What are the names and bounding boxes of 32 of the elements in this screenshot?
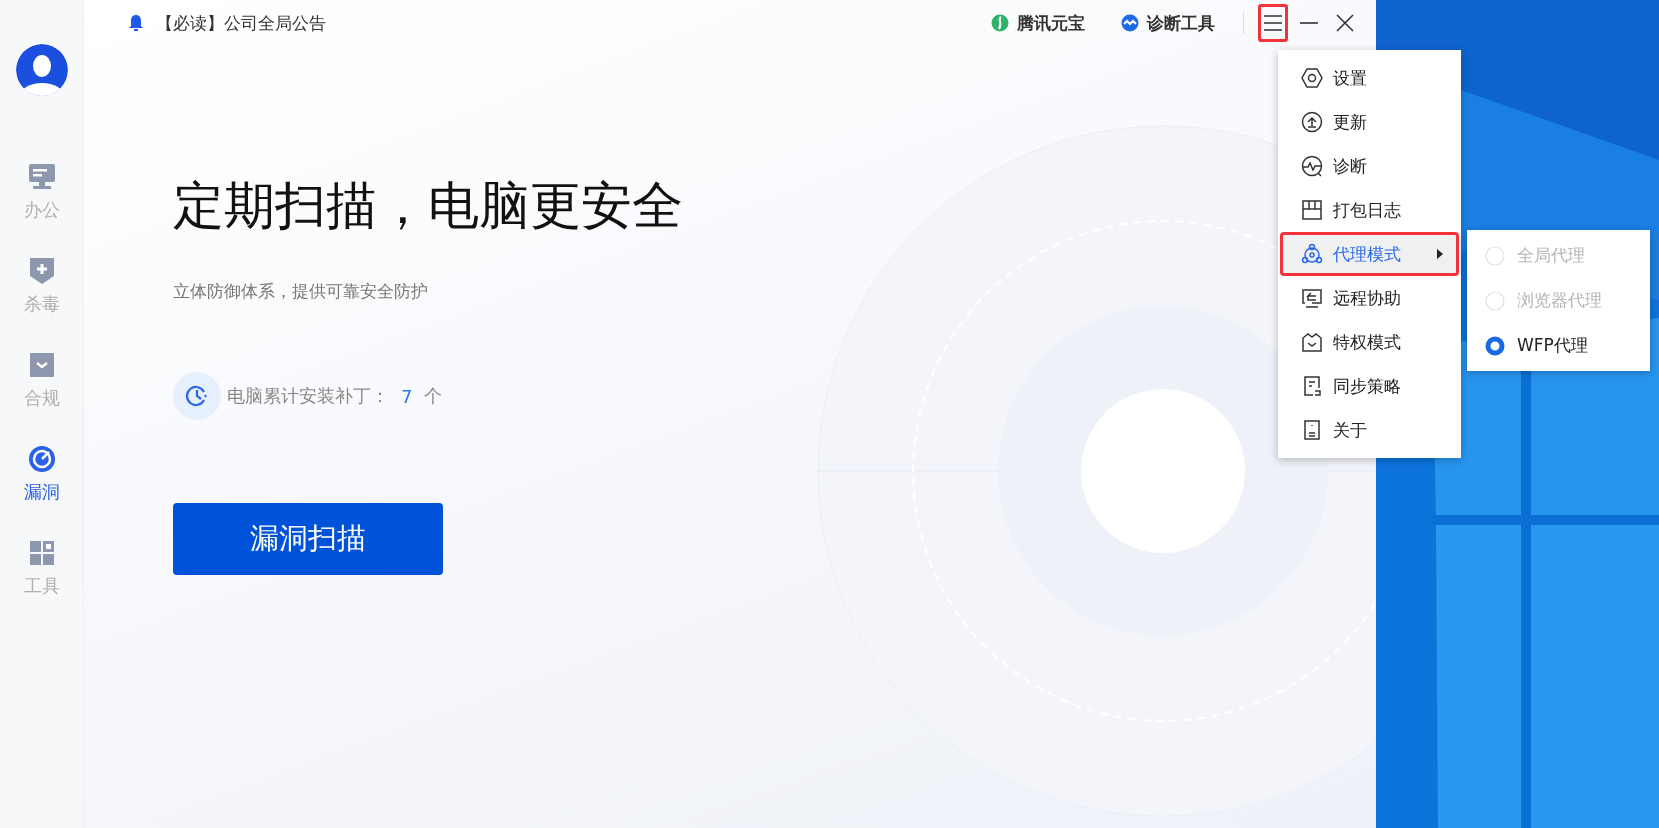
box-icon bbox=[1301, 199, 1323, 221]
upload-icon bbox=[1301, 111, 1323, 133]
minimize-icon bbox=[1300, 22, 1318, 24]
toolbar-link[interactable]: 诊断工具 bbox=[1121, 11, 1215, 35]
settings-icon bbox=[1301, 67, 1323, 89]
pulse-icon bbox=[1301, 155, 1323, 177]
announcement-link[interactable]: 【必读】公司全局公告 bbox=[156, 11, 326, 35]
swirl-icon bbox=[991, 14, 1009, 32]
patch-unit: 个 bbox=[424, 384, 443, 408]
close-icon bbox=[1336, 14, 1354, 32]
document-icon bbox=[1301, 375, 1323, 397]
toolbar-link[interactable]: 腾讯元宝 bbox=[991, 11, 1085, 35]
nodes-icon bbox=[1301, 243, 1323, 265]
radio-button[interactable] bbox=[1485, 335, 1505, 356]
radio-option[interactable]: WFP代理 bbox=[1467, 323, 1650, 368]
document-icon bbox=[1301, 419, 1323, 441]
menu-item[interactable]: 代理模式 bbox=[1280, 232, 1459, 276]
wave-icon bbox=[1121, 14, 1139, 32]
menu-icon bbox=[1264, 15, 1282, 31]
scan-button[interactable]: 漏洞扫描 bbox=[173, 503, 443, 575]
monitor-icon bbox=[1301, 287, 1323, 309]
patch-count: 7 bbox=[401, 385, 413, 407]
avatar[interactable] bbox=[15, 44, 68, 96]
subtitle: 立体防御体系，提供可靠安全防护 bbox=[173, 280, 428, 303]
patch-label: 电脑累计安装补丁： bbox=[227, 384, 389, 408]
radar-icon bbox=[26, 444, 57, 474]
monitor-icon bbox=[26, 162, 57, 192]
menu-button[interactable] bbox=[1258, 4, 1288, 42]
clock-icon bbox=[173, 372, 221, 420]
bell-icon bbox=[128, 14, 144, 32]
sidebar-item[interactable]: 漏洞 bbox=[23, 444, 60, 504]
headline: 定期扫描，电脑更安全 bbox=[173, 176, 683, 236]
